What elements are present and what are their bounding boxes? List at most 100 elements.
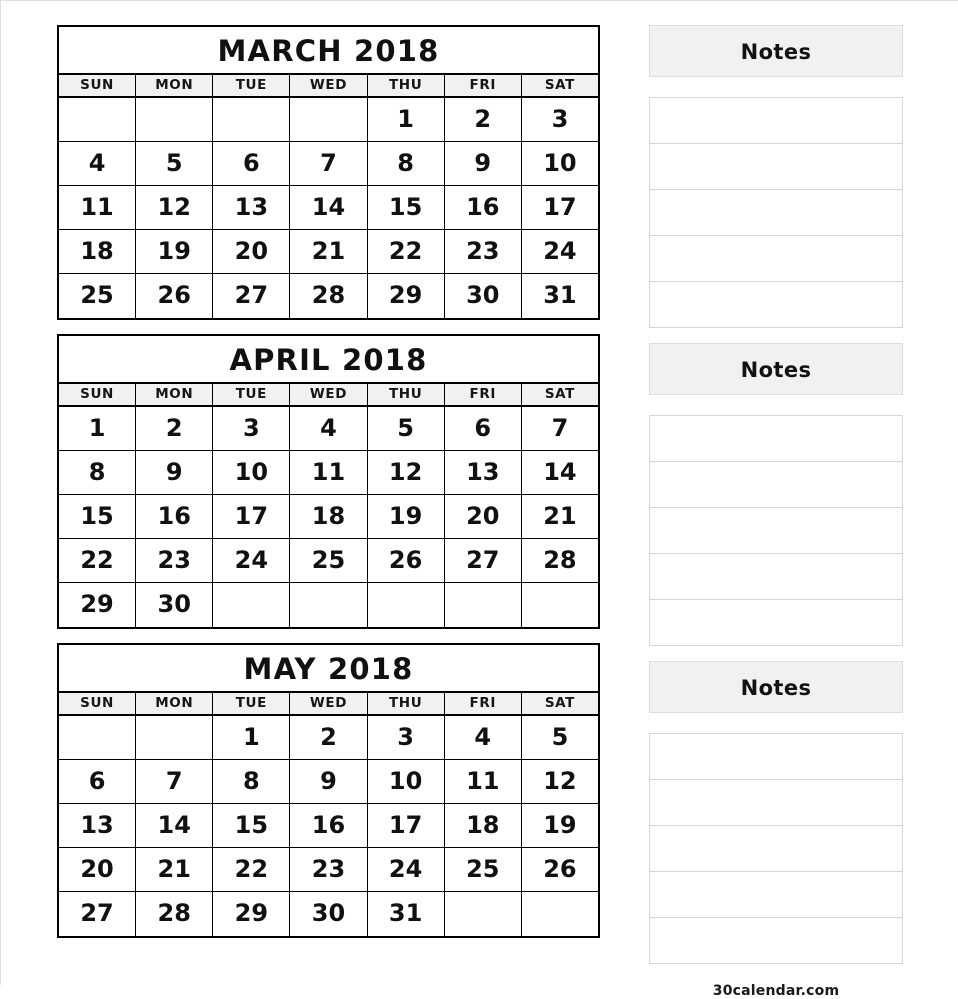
notes-line[interactable] [650, 190, 902, 236]
notes-line[interactable] [650, 918, 902, 964]
day-cell[interactable]: 22 [367, 230, 445, 273]
day-cell[interactable]: 6 [59, 760, 137, 803]
day-cell[interactable]: 7 [290, 142, 368, 185]
day-cell[interactable]: 12 [136, 186, 214, 229]
notes-line[interactable] [650, 872, 902, 918]
day-cell[interactable]: 17 [367, 804, 445, 847]
day-cell[interactable]: 9 [444, 142, 522, 185]
day-cell[interactable]: 24 [521, 230, 598, 273]
day-cell[interactable]: 8 [213, 760, 291, 803]
day-cell[interactable]: 11 [444, 760, 522, 803]
notes-line[interactable] [650, 416, 902, 462]
day-cell[interactable]: 4 [444, 716, 522, 759]
day-cell[interactable]: 8 [367, 142, 445, 185]
day-cell[interactable]: 1 [59, 407, 137, 450]
day-cell[interactable]: 28 [136, 892, 214, 936]
day-cell[interactable]: 29 [213, 892, 291, 936]
day-cell[interactable]: 7 [521, 407, 598, 450]
day-cell[interactable]: 23 [136, 539, 214, 582]
day-cell[interactable]: 3 [213, 407, 291, 450]
day-cell[interactable]: 28 [521, 539, 598, 582]
day-cell[interactable]: 27 [213, 274, 291, 318]
day-cell[interactable]: 27 [444, 539, 522, 582]
day-cell[interactable]: 14 [290, 186, 368, 229]
day-cell[interactable]: 19 [521, 804, 598, 847]
day-cell[interactable]: 22 [213, 848, 291, 891]
day-cell[interactable]: 5 [136, 142, 214, 185]
notes-line[interactable] [650, 144, 902, 190]
day-cell[interactable]: 1 [367, 98, 445, 141]
day-cell[interactable]: 23 [290, 848, 368, 891]
notes-line[interactable] [650, 734, 902, 780]
notes-line[interactable] [650, 236, 902, 282]
day-cell[interactable]: 16 [136, 495, 214, 538]
day-cell[interactable]: 29 [367, 274, 445, 318]
day-cell[interactable]: 18 [444, 804, 522, 847]
day-cell[interactable]: 16 [290, 804, 368, 847]
notes-line[interactable] [650, 462, 902, 508]
day-cell[interactable]: 26 [136, 274, 214, 318]
day-cell[interactable]: 15 [367, 186, 445, 229]
day-cell[interactable]: 18 [59, 230, 137, 273]
day-cell[interactable]: 5 [521, 716, 598, 759]
day-cell[interactable]: 19 [136, 230, 214, 273]
notes-line[interactable] [650, 600, 902, 646]
day-cell[interactable]: 13 [213, 186, 291, 229]
day-cell[interactable]: 20 [213, 230, 291, 273]
day-cell[interactable]: 26 [367, 539, 445, 582]
day-cell[interactable]: 31 [367, 892, 445, 936]
day-cell[interactable]: 2 [136, 407, 214, 450]
day-cell[interactable]: 25 [59, 274, 137, 318]
day-cell[interactable]: 19 [367, 495, 445, 538]
day-cell[interactable]: 9 [290, 760, 368, 803]
day-cell[interactable]: 14 [521, 451, 598, 494]
day-cell[interactable]: 15 [213, 804, 291, 847]
day-cell[interactable]: 22 [59, 539, 137, 582]
day-cell[interactable]: 31 [521, 274, 598, 318]
day-cell[interactable]: 21 [136, 848, 214, 891]
day-cell[interactable]: 14 [136, 804, 214, 847]
notes-line[interactable] [650, 508, 902, 554]
day-cell[interactable]: 21 [521, 495, 598, 538]
day-cell[interactable]: 13 [444, 451, 522, 494]
day-cell[interactable]: 10 [367, 760, 445, 803]
day-cell[interactable]: 21 [290, 230, 368, 273]
day-cell[interactable]: 11 [290, 451, 368, 494]
day-cell[interactable]: 17 [213, 495, 291, 538]
notes-line[interactable] [650, 826, 902, 872]
day-cell[interactable]: 30 [290, 892, 368, 936]
day-cell[interactable]: 10 [521, 142, 598, 185]
day-cell[interactable]: 15 [59, 495, 137, 538]
day-cell[interactable]: 27 [59, 892, 137, 936]
day-cell[interactable]: 3 [521, 98, 598, 141]
day-cell[interactable]: 23 [444, 230, 522, 273]
day-cell[interactable]: 25 [290, 539, 368, 582]
day-cell[interactable]: 30 [136, 583, 214, 627]
day-cell[interactable]: 12 [521, 760, 598, 803]
day-cell[interactable]: 20 [59, 848, 137, 891]
day-cell[interactable]: 12 [367, 451, 445, 494]
day-cell[interactable]: 2 [444, 98, 522, 141]
notes-line[interactable] [650, 554, 902, 600]
notes-line[interactable] [650, 98, 902, 144]
day-cell[interactable]: 13 [59, 804, 137, 847]
day-cell[interactable]: 11 [59, 186, 137, 229]
day-cell[interactable]: 28 [290, 274, 368, 318]
day-cell[interactable]: 6 [444, 407, 522, 450]
day-cell[interactable]: 2 [290, 716, 368, 759]
day-cell[interactable]: 25 [444, 848, 522, 891]
day-cell[interactable]: 4 [290, 407, 368, 450]
notes-line[interactable] [650, 282, 902, 328]
day-cell[interactable]: 6 [213, 142, 291, 185]
day-cell[interactable]: 29 [59, 583, 137, 627]
notes-line[interactable] [650, 780, 902, 826]
day-cell[interactable]: 24 [213, 539, 291, 582]
day-cell[interactable]: 7 [136, 760, 214, 803]
day-cell[interactable]: 9 [136, 451, 214, 494]
day-cell[interactable]: 3 [367, 716, 445, 759]
day-cell[interactable]: 5 [367, 407, 445, 450]
day-cell[interactable]: 4 [59, 142, 137, 185]
day-cell[interactable]: 16 [444, 186, 522, 229]
day-cell[interactable]: 17 [521, 186, 598, 229]
day-cell[interactable]: 10 [213, 451, 291, 494]
